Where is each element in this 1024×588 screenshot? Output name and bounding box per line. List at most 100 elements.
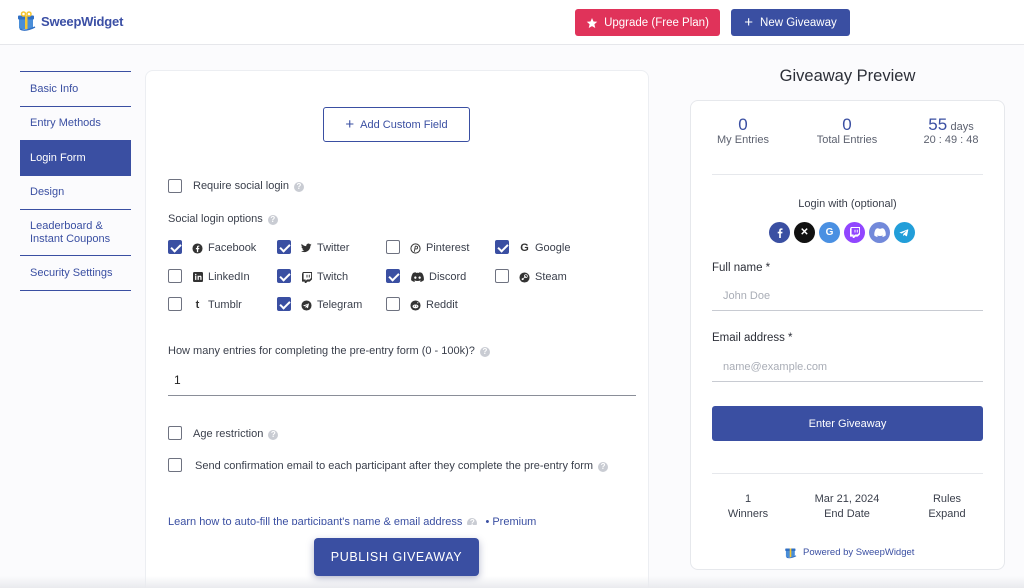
rules-toggle[interactable]: Rules Expand	[914, 492, 980, 522]
telegram-option: Telegram	[301, 299, 362, 311]
tumblr-option: t Tumblr	[192, 299, 242, 311]
countdown-stat: 55 days 20 : 49 : 48	[915, 115, 987, 147]
social-options-heading: Social login options?	[168, 213, 278, 225]
sidebar-item-label: Design	[30, 186, 65, 198]
top-header: SweepWidget Upgrade (Free Plan) + New Gi…	[0, 0, 1024, 45]
premium-label: • Premium	[485, 516, 537, 525]
facebook-icon	[192, 242, 203, 254]
google-checkbox[interactable]	[495, 240, 509, 254]
twitter-checkbox[interactable]	[277, 240, 291, 254]
facebook-option: Facebook	[192, 242, 256, 254]
publish-giveaway-button[interactable]: PUBLISH GIVEAWAY	[314, 538, 479, 576]
discord-label: Discord	[429, 271, 467, 283]
end-date-info: Mar 21, 2024 End Date	[804, 492, 890, 522]
divider	[712, 473, 983, 474]
help-icon[interactable]: ?	[267, 215, 278, 225]
tumblr-checkbox[interactable]	[168, 297, 182, 311]
sidebar-item-entry-methods[interactable]: Entry Methods	[20, 106, 131, 140]
reddit-icon	[410, 299, 421, 311]
google-label: Google	[535, 242, 571, 254]
sidebar-item-label: Security Settings	[30, 266, 113, 279]
upgrade-label: Upgrade (Free Plan)	[604, 16, 709, 29]
pinterest-icon	[410, 242, 421, 254]
google-login-icon[interactable]: G	[819, 222, 840, 243]
facebook-login-icon[interactable]	[769, 222, 790, 243]
countdown-time: 20 : 49 : 48	[923, 134, 979, 146]
require-social-login-label: Require social login?	[193, 180, 304, 192]
upgrade-button[interactable]: Upgrade (Free Plan)	[575, 9, 720, 36]
sidebar-item-label: Entry Methods	[30, 117, 101, 129]
enter-giveaway-button[interactable]: Enter Giveaway	[712, 406, 983, 441]
sidebar-item-security-settings[interactable]: Security Settings	[20, 255, 131, 291]
email-label: Email address *	[712, 332, 793, 344]
my-entries-stat: 0 My Entries	[700, 116, 786, 147]
end-date-value: Mar 21, 2024	[814, 493, 880, 505]
add-custom-field-button[interactable]: + Add Custom Field	[323, 107, 470, 142]
tumblr-label: Tumblr	[208, 299, 242, 311]
autofill-link-text: Learn how to auto-fill the participant's…	[168, 516, 463, 525]
steam-option: Steam	[519, 271, 567, 283]
reddit-checkbox[interactable]	[386, 297, 400, 311]
help-icon[interactable]: ?	[479, 347, 490, 357]
full-name-input[interactable]: John Doe	[712, 281, 983, 311]
twitch-checkbox[interactable]	[277, 269, 291, 283]
rules-value: Rules	[932, 493, 962, 505]
sidebar-item-login-form[interactable]: Login Form	[20, 140, 131, 175]
x-login-icon[interactable]: ✕	[794, 222, 815, 243]
plus-icon: +	[744, 14, 754, 31]
winners-info: 1 Winners	[712, 492, 784, 522]
steam-label: Steam	[535, 271, 567, 283]
login-with-label: Login with (optional)	[798, 198, 897, 210]
social-login-buttons: ✕ G	[769, 222, 915, 243]
google-option: G Google	[519, 242, 570, 254]
send-confirmation-checkbox[interactable]	[168, 458, 182, 472]
gift-logo-icon	[785, 548, 797, 559]
help-icon: ?	[467, 518, 478, 525]
age-restriction-checkbox[interactable]	[168, 426, 182, 440]
facebook-checkbox[interactable]	[168, 240, 182, 254]
bottom-fade	[0, 576, 1024, 588]
linkedin-checkbox[interactable]	[168, 269, 182, 283]
sidebar-item-design[interactable]: Design	[20, 175, 131, 209]
powered-by-link[interactable]: Powered by SweepWidget	[784, 545, 914, 559]
facebook-label: Facebook	[208, 242, 257, 254]
help-icon[interactable]: ?	[294, 182, 304, 192]
steam-checkbox[interactable]	[495, 269, 509, 283]
pinterest-label: Pinterest	[426, 242, 470, 254]
telegram-login-icon[interactable]	[894, 222, 915, 243]
days-value: 55	[928, 115, 948, 134]
age-restriction-label: Age restriction?	[193, 428, 279, 440]
star-icon	[586, 17, 598, 28]
help-icon[interactable]: ?	[598, 462, 609, 472]
discord-login-icon[interactable]	[869, 222, 890, 243]
winners-label: Winners	[727, 508, 769, 520]
twitch-login-icon[interactable]	[844, 222, 865, 243]
discord-checkbox[interactable]	[386, 269, 400, 283]
help-icon[interactable]: ?	[268, 430, 279, 440]
logo[interactable]: SweepWidget	[16, 10, 123, 32]
discord-option: Discord	[410, 271, 466, 283]
new-giveaway-label: New Giveaway	[760, 16, 837, 29]
total-entries-value: 0	[842, 115, 852, 134]
sidebar-item-label: Leaderboard & Instant Coupons	[30, 219, 111, 245]
tumblr-icon: t	[195, 299, 200, 311]
sidebar-item-label: Basic Info	[30, 82, 79, 95]
sidebar-item-label: Login Form	[30, 151, 86, 164]
autofill-help-link[interactable]: Learn how to auto-fill the participant's…	[168, 516, 536, 525]
steam-icon	[519, 271, 530, 283]
entries-input[interactable]: 1	[168, 364, 636, 396]
add-custom-field-label: Add Custom Field	[360, 118, 448, 131]
divider	[712, 174, 983, 175]
require-social-login-checkbox[interactable]	[168, 179, 182, 193]
powered-by-text: Powered by SweepWidget	[803, 546, 915, 558]
new-giveaway-button[interactable]: + New Giveaway	[731, 9, 850, 36]
sidebar-item-leaderboard[interactable]: Leaderboard & Instant Coupons	[20, 209, 131, 255]
login-form-panel	[145, 70, 649, 588]
total-entries-label: Total Entries	[816, 134, 878, 146]
email-input[interactable]: name@example.com	[712, 352, 983, 382]
pinterest-checkbox[interactable]	[386, 240, 400, 254]
sidebar-item-basic-info[interactable]: Basic Info	[20, 71, 131, 106]
pinterest-option: Pinterest	[410, 242, 469, 254]
telegram-checkbox[interactable]	[277, 297, 291, 311]
discord-icon	[410, 272, 424, 283]
